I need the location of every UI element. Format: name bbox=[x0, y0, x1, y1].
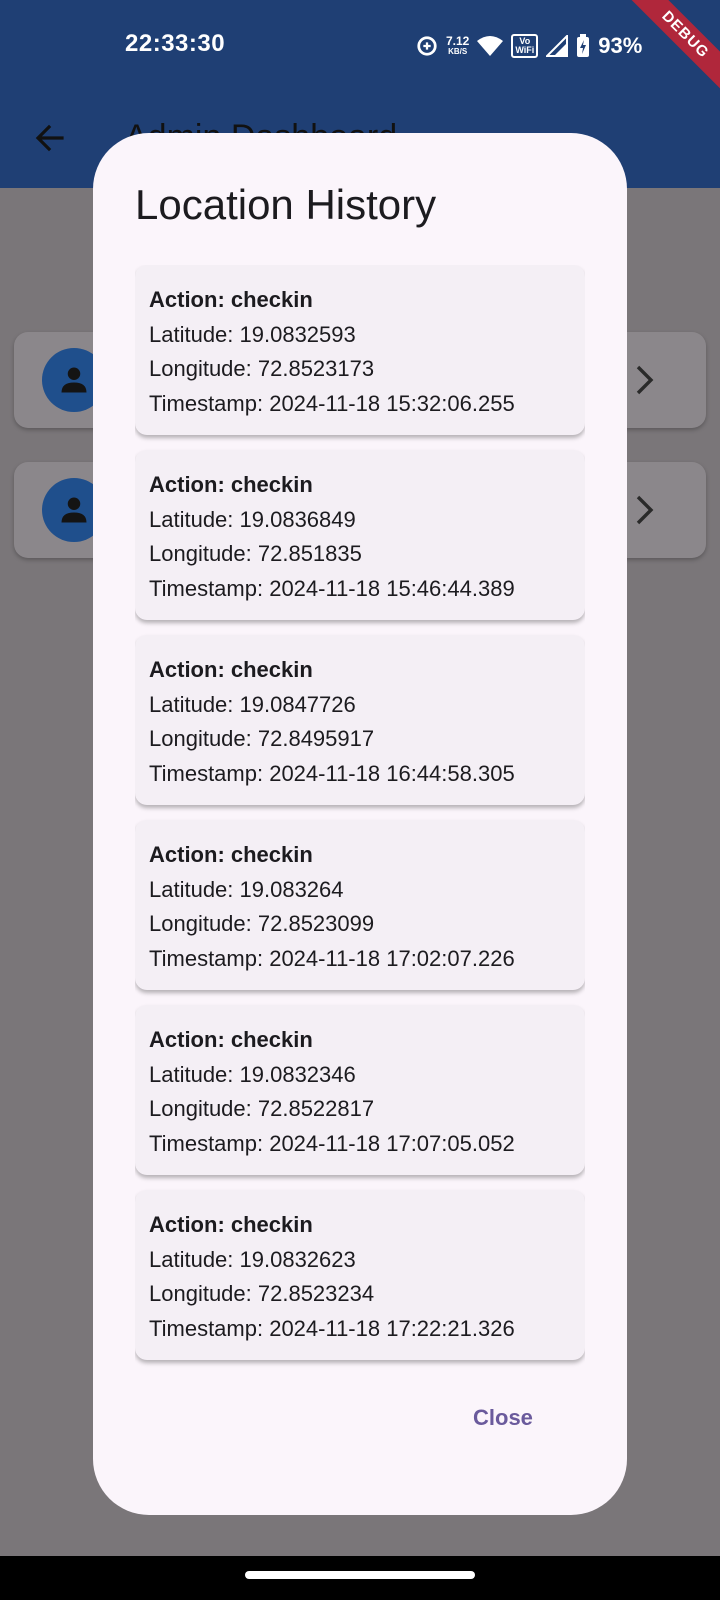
location-record: Action: checkin Latitude: 19.083264 Long… bbox=[135, 820, 585, 990]
person-icon bbox=[61, 497, 87, 523]
record-latitude: Latitude: 19.0832623 bbox=[149, 1246, 356, 1272]
record-action: Action: checkin bbox=[149, 842, 313, 867]
vowifi-icon: Vo WiFi bbox=[511, 34, 539, 58]
record-latitude: Latitude: 19.0832593 bbox=[149, 321, 356, 347]
location-record: Action: checkin Latitude: 19.0832593 Lon… bbox=[135, 265, 585, 435]
home-gesture-handle[interactable] bbox=[245, 1571, 475, 1579]
record-timestamp: Timestamp: 2024-11-18 16:44:58.305 bbox=[149, 760, 515, 786]
record-longitude: Longitude: 72.851835 bbox=[149, 541, 362, 566]
record-longitude: Longitude: 72.8522817 bbox=[149, 1096, 375, 1121]
record-latitude: Latitude: 19.0836849 bbox=[149, 506, 356, 532]
network-speed-value: 7.12 bbox=[446, 34, 470, 48]
status-bar: 22:33:30 7.12 KB/S Vo WiFi 93% DEBUG bbox=[0, 0, 720, 105]
record-longitude: Longitude: 72.8523173 bbox=[149, 356, 375, 381]
record-longitude: Longitude: 72.8523234 bbox=[149, 1281, 375, 1306]
wifi-icon bbox=[477, 36, 504, 56]
network-speed: 7.12 KB/S bbox=[446, 35, 469, 57]
close-button[interactable]: Close bbox=[473, 1405, 533, 1431]
arrow-back-icon[interactable] bbox=[30, 118, 70, 158]
location-record: Action: checkin Latitude: 19.0832623 Lon… bbox=[135, 1190, 585, 1360]
record-timestamp: Timestamp: 2024-11-18 17:02:07.226 bbox=[149, 945, 515, 971]
record-action: Action: checkin bbox=[149, 1212, 313, 1237]
location-history-dialog: Location History Action: checkin Latitud… bbox=[93, 133, 627, 1515]
chevron-right-icon bbox=[636, 365, 654, 395]
record-longitude: Longitude: 72.8523099 bbox=[149, 911, 375, 936]
record-timestamp: Timestamp: 2024-11-18 17:22:21.326 bbox=[149, 1315, 515, 1341]
status-icons: 7.12 KB/S Vo WiFi 93% bbox=[416, 30, 642, 62]
location-record-list[interactable]: Action: checkin Latitude: 19.0832593 Lon… bbox=[135, 265, 585, 1477]
record-latitude: Latitude: 19.0847726 bbox=[149, 691, 356, 717]
data-saver-icon bbox=[417, 36, 437, 56]
record-timestamp: Timestamp: 2024-11-18 15:46:44.389 bbox=[149, 575, 515, 601]
record-latitude: Latitude: 19.083264 bbox=[149, 876, 344, 902]
record-timestamp: Timestamp: 2024-11-18 17:07:05.052 bbox=[149, 1130, 515, 1156]
record-action: Action: checkin bbox=[149, 1027, 313, 1052]
record-latitude: Latitude: 19.0832346 bbox=[149, 1061, 356, 1087]
signal-icon bbox=[546, 35, 569, 57]
battery-percent: 93% bbox=[598, 33, 643, 58]
battery-icon bbox=[577, 34, 590, 57]
chevron-right-icon bbox=[636, 495, 654, 525]
record-longitude: Longitude: 72.8495917 bbox=[149, 726, 375, 751]
person-icon bbox=[61, 367, 87, 393]
dialog-title: Location History bbox=[135, 181, 437, 228]
record-action: Action: checkin bbox=[149, 657, 313, 682]
location-record: Action: checkin Latitude: 19.0832346 Lon… bbox=[135, 1005, 585, 1175]
location-record: Action: checkin Latitude: 19.0836849 Lon… bbox=[135, 450, 585, 620]
record-timestamp: Timestamp: 2024-11-18 15:32:06.255 bbox=[149, 390, 515, 416]
location-record: Action: checkin Latitude: 19.0847726 Lon… bbox=[135, 635, 585, 805]
record-action: Action: checkin bbox=[149, 287, 313, 312]
navigation-bar bbox=[0, 1556, 720, 1600]
network-speed-unit: KB/S bbox=[448, 47, 468, 56]
record-action: Action: checkin bbox=[149, 472, 313, 497]
status-time: 22:33:30 bbox=[125, 30, 226, 57]
